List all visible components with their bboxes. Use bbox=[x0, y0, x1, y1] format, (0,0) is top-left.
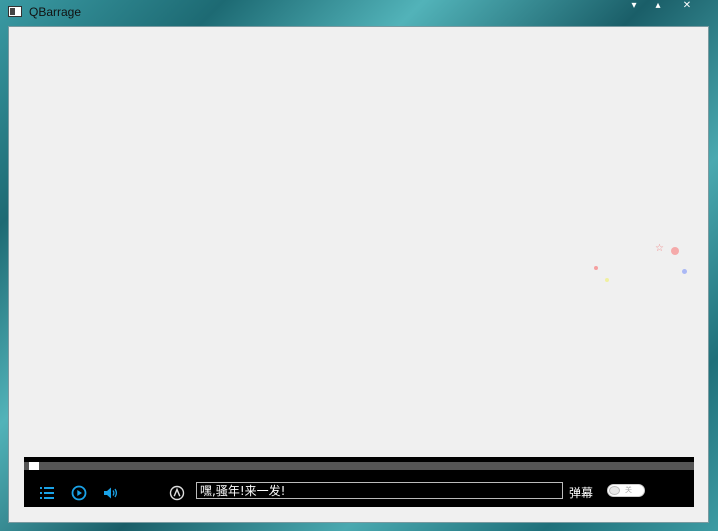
particle-dot bbox=[605, 278, 609, 282]
play-icon[interactable] bbox=[70, 484, 88, 502]
minimize-button[interactable]: ▾ bbox=[624, 0, 644, 14]
danmu-toggle[interactable]: 关 bbox=[607, 484, 645, 497]
progress-bar[interactable] bbox=[24, 462, 694, 470]
title-bar[interactable]: QBarrage ▾ ▴ ✕ bbox=[0, 0, 718, 24]
control-bar: 弹幕 关 bbox=[24, 457, 694, 507]
close-button[interactable]: ✕ bbox=[677, 0, 697, 14]
toggle-knob bbox=[609, 486, 620, 495]
progress-handle[interactable] bbox=[29, 462, 39, 470]
danmu-label: 弹幕 bbox=[569, 486, 594, 500]
font-style-icon[interactable] bbox=[168, 484, 186, 502]
maximize-button[interactable]: ▴ bbox=[648, 0, 668, 14]
window-frame: QBarrage ▾ ▴ ✕ ☆ 嘿,骚年!来一发! 弹幕 关 bbox=[0, 0, 718, 531]
app-icon bbox=[8, 6, 22, 17]
list-icon[interactable] bbox=[38, 484, 56, 502]
star-particle-icon: ☆ bbox=[655, 243, 664, 254]
volume-icon[interactable] bbox=[102, 484, 120, 502]
danmu-input[interactable] bbox=[196, 482, 563, 499]
window-title: QBarrage bbox=[29, 5, 82, 19]
particle-dot bbox=[594, 266, 598, 270]
particle-dot bbox=[671, 247, 679, 255]
particle-dot bbox=[682, 269, 687, 274]
toggle-state-text: 关 bbox=[625, 486, 632, 494]
video-area[interactable]: ☆ 嘿,骚年!来一发! 弹幕 关 bbox=[8, 26, 709, 523]
